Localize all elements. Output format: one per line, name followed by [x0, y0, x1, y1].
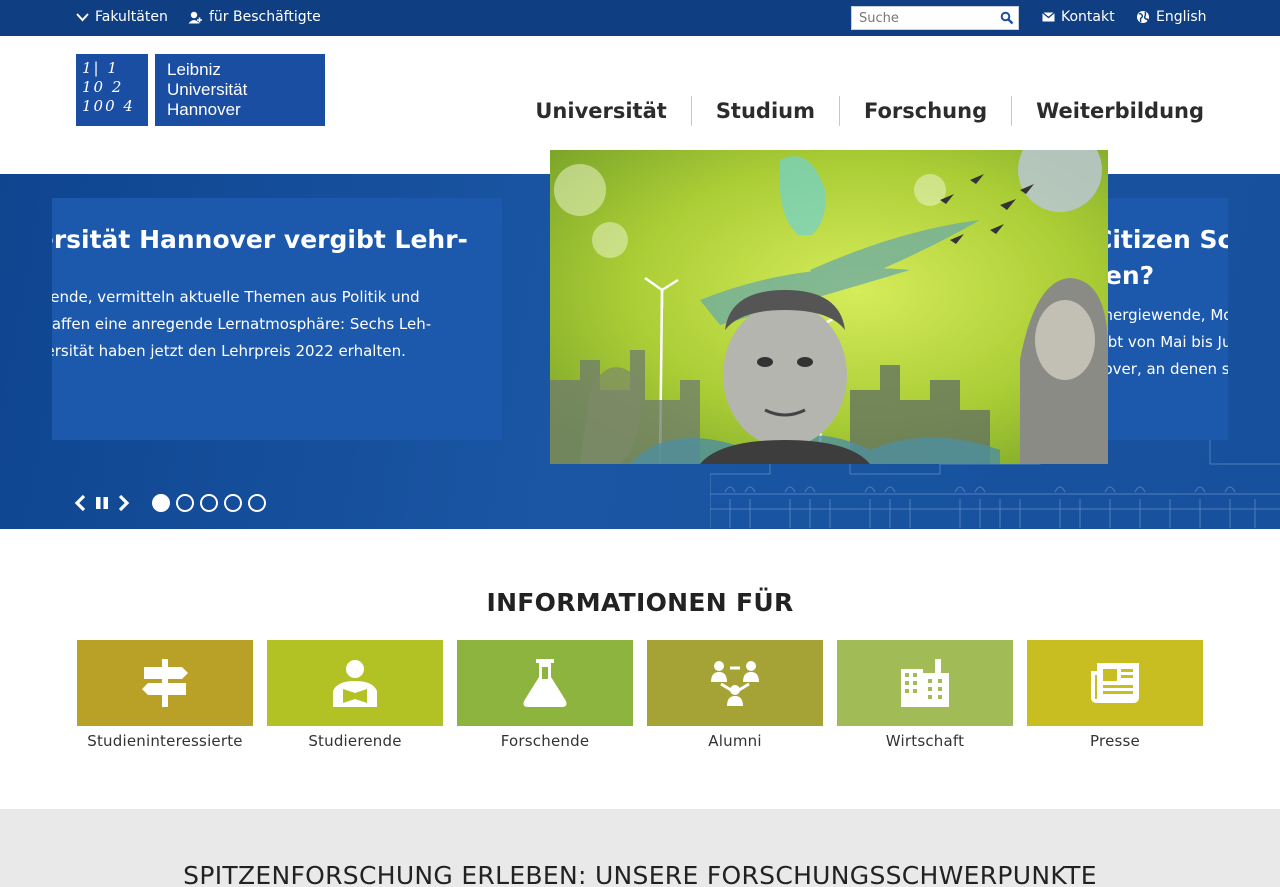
logo-mark: 1| 1 10 2 100 4 [76, 54, 148, 126]
signpost-icon [142, 659, 188, 707]
chevron-left-icon[interactable] [72, 494, 88, 512]
tile-label: Wirtschaft [885, 732, 965, 750]
chevron-down-icon [76, 12, 89, 21]
staff-label: für Beschäftigte [209, 9, 321, 25]
tile-presse[interactable]: Presse [1027, 640, 1203, 750]
tile-wirtschaft[interactable]: Wirtschaft [837, 640, 1013, 750]
slide-text-line: Energiewende, Mo [1094, 306, 1228, 324]
person-icon [188, 11, 202, 23]
university-logo[interactable]: 1| 1 10 2 100 4 Leibniz Universität Hann… [76, 54, 325, 126]
tile-label: Alumni [708, 732, 762, 750]
slide-text-line: udierende, vermitteln aktuelle Themen au… [52, 288, 420, 306]
newspaper-icon [1091, 663, 1139, 703]
staff-link[interactable]: für Beschäftigte [188, 9, 321, 25]
language-label: English [1156, 9, 1207, 25]
tile-label: Presse [1090, 732, 1140, 750]
faculties-link[interactable]: Fakultäten [76, 9, 168, 25]
tile-studierende[interactable]: Studierende [267, 640, 443, 750]
nav-item-studium[interactable]: Studium [690, 96, 839, 126]
globe-icon [1137, 11, 1149, 23]
pause-icon[interactable] [94, 494, 110, 512]
search-icon[interactable] [1000, 11, 1014, 25]
slide-heading: Citizen Sci [1094, 225, 1228, 254]
mail-icon [1042, 12, 1055, 22]
student-icon [333, 660, 377, 707]
network-icon [711, 661, 759, 706]
slider-dots [152, 494, 266, 512]
research-section: SPITZENFORSCHUNG ERLEBEN: UNSERE FORSCHU… [0, 809, 1280, 887]
logo-name-line: Leibniz [167, 60, 221, 79]
slider-controls [72, 494, 266, 512]
research-section-title: SPITZENFORSCHUNG ERLEBEN: UNSERE FORSCHU… [183, 861, 1097, 887]
tile-label: Studieninteressierte [87, 732, 243, 750]
slide-text-line: Universität haben jetzt den Lehrpreis 20… [52, 342, 406, 360]
flask-icon [523, 659, 567, 707]
slide-heading: iversität Hannover vergibt Lehr- [52, 225, 468, 254]
language-link[interactable]: English [1136, 9, 1207, 25]
contact-label: Kontakt [1061, 9, 1115, 25]
slider-dot[interactable] [200, 494, 218, 512]
tile-label: Forschende [500, 732, 590, 750]
logo-mark-line: 10 2 [82, 78, 124, 96]
contact-link[interactable]: Kontakt [1042, 9, 1115, 25]
logo-mark-line: 1| 1 [82, 59, 119, 77]
slider-dot[interactable] [248, 494, 266, 512]
nav-item-universitaet[interactable]: Universität [511, 96, 690, 126]
slide-collage-image [550, 150, 1108, 464]
slide-heading: fen? [1094, 261, 1155, 290]
nav-item-weiterbildung[interactable]: Weiterbildung [1011, 96, 1204, 126]
top-bar: Fakultäten für Beschäftigte Kontakt Engl… [0, 0, 1280, 36]
slide-text-line: d schaffen eine anregende Lernatmosphäre… [52, 315, 432, 333]
chevron-right-icon[interactable] [116, 494, 132, 512]
slide-card-previous[interactable]: iversität Hannover vergibt Lehr- udieren… [52, 198, 502, 440]
tile-alumni[interactable]: Alumni [647, 640, 823, 750]
logo-name-line: Hannover [167, 100, 241, 119]
slide-text-line: nover, an denen si [1094, 360, 1228, 378]
faculties-label: Fakultäten [95, 9, 168, 25]
logo-name-line: Universität [167, 80, 248, 99]
slide-text-line: gibt von Mai bis Ju [1094, 333, 1228, 351]
tile-studieninteressierte[interactable]: Studieninteressierte [77, 640, 253, 750]
logo-mark-line: 100 4 [82, 97, 135, 115]
tile-forschende[interactable]: Forschende [457, 640, 633, 750]
tile-label: Studierende [308, 732, 402, 750]
info-section-title: INFORMATIONEN FÜR [486, 588, 794, 617]
slide-image[interactable] [550, 150, 1108, 464]
slider-dot[interactable] [224, 494, 242, 512]
audience-tiles: Studieninteressierte Studierende Forsche… [77, 640, 1203, 750]
nav-item-forschung[interactable]: Forschung [839, 96, 1011, 126]
main-navigation: Universität Studium Forschung Weiterbild… [511, 96, 1204, 126]
slider-dot[interactable] [176, 494, 194, 512]
logo-name: Leibniz Universität Hannover [155, 54, 325, 126]
search-input[interactable] [852, 7, 992, 29]
building-icon [901, 659, 949, 707]
slider-dot[interactable] [152, 494, 170, 512]
search-box [851, 6, 1019, 30]
